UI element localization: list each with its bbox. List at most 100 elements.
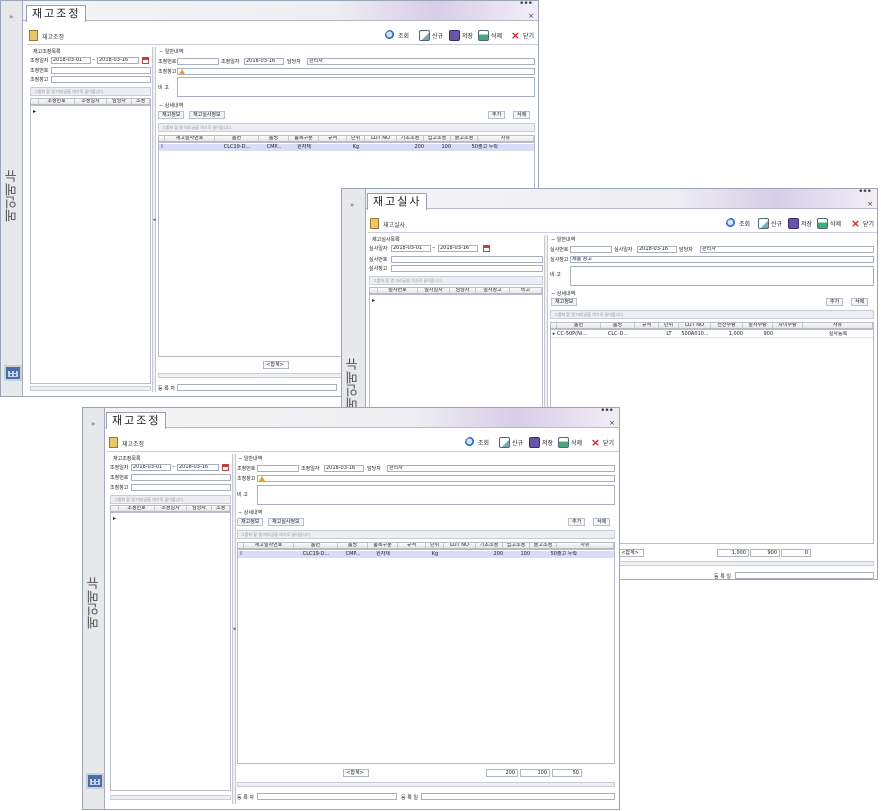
cell-item-name[interactable]: CLC-D... (601, 331, 635, 337)
stock-info-button[interactable]: 재고정보 (551, 298, 578, 306)
col-adj-no[interactable]: 조정번호 (119, 506, 156, 511)
col-item-type[interactable]: 품목구분 (289, 136, 319, 141)
collapse-detail-icon[interactable]: − (159, 103, 163, 109)
col-item-name[interactable]: 품명 (338, 543, 368, 548)
tab-survey[interactable]: 재고실사 (367, 193, 428, 210)
adj-no-field[interactable] (177, 58, 219, 65)
col-base-adj[interactable]: 기초조정 (397, 136, 424, 141)
expand-sidebar-icon[interactable]: » (9, 13, 13, 21)
delete-row-button[interactable]: 삭제 (851, 298, 869, 306)
no-input[interactable] (391, 256, 543, 263)
detail-group-panel[interactable]: 그룹화 할 열 머리글을 여기로 끌어옵니다. (158, 123, 535, 132)
group-panel[interactable]: 그룹화 할 열 머리글을 여기로 끌어옵니다. (369, 276, 543, 285)
search-button[interactable]: 조회 (465, 437, 489, 448)
delete-button[interactable]: 삭제 (558, 437, 582, 448)
save-button[interactable]: 저장 (449, 30, 473, 41)
date-from-input[interactable]: 2018-03-01 (391, 245, 431, 252)
col-out-adj[interactable]: 출고조정 (530, 543, 557, 548)
new-button[interactable]: 신규 (499, 437, 523, 448)
col-lot[interactable]: LOT NO (365, 136, 397, 141)
date-to-input[interactable]: 2018-03-16 (97, 57, 139, 64)
col-lot[interactable]: LOT NO (444, 543, 476, 548)
splitter[interactable]: ◂ (232, 454, 236, 804)
col-adj-date[interactable]: 조정일자 (155, 506, 187, 511)
adj-no-input[interactable] (51, 67, 151, 74)
detail-hscroll[interactable] (237, 782, 615, 787)
adj-no-field[interactable] (257, 465, 299, 472)
cell-item-no[interactable]: CLC19-D... (215, 144, 259, 150)
col-item-no[interactable]: 품번 (557, 323, 601, 328)
cell-spec[interactable] (319, 144, 347, 150)
cell-lot[interactable]: 500A010... (679, 331, 711, 337)
col-reason[interactable]: 사유 (803, 323, 873, 328)
collapse-detail-icon[interactable]: − (551, 291, 555, 297)
cell-system-qty[interactable]: 1,000 (711, 331, 743, 337)
remarks-field[interactable] (570, 266, 874, 286)
manager-field[interactable]: 관리자 (307, 58, 535, 65)
expand-sidebar-icon[interactable]: » (91, 420, 95, 428)
collapse-detail-icon[interactable]: − (238, 510, 242, 516)
adj-date-field[interactable]: 2018-03-16 (324, 465, 364, 472)
col-out-adj[interactable]: 출고조정 (451, 136, 478, 141)
col-survey-qty[interactable]: 실사수량 (743, 323, 773, 328)
col-system-qty[interactable]: 전산수량 (711, 323, 743, 328)
new-button[interactable]: 신규 (758, 218, 782, 229)
cell-item-type[interactable]: 원자재 (289, 144, 319, 150)
col-date[interactable]: 실사일자 (418, 288, 450, 293)
add-row-button[interactable]: 추가 (488, 111, 506, 119)
tab-adjustment[interactable]: 재고조정 (106, 412, 167, 429)
calendar-icon[interactable] (4, 365, 22, 381)
col-base-adj[interactable]: 기초조정 (476, 543, 503, 548)
col-unit[interactable]: 단위 (659, 323, 679, 328)
list-grid-body[interactable]: ▸ (110, 512, 231, 791)
wh-field[interactable]: 제품 창고 (570, 256, 874, 263)
cell-unit[interactable]: LT (659, 331, 679, 337)
col-remarks[interactable]: 비고 (510, 288, 542, 293)
collapse-icon[interactable]: − (238, 456, 242, 462)
main-menu-label[interactable]: 메인메뉴 (3, 166, 23, 226)
group-panel[interactable]: 그룹화 할 열 머리글을 여기로 끌어옵니다. (30, 87, 151, 96)
cell-item-no[interactable]: CLC19-D... (294, 551, 338, 557)
close-button[interactable]: × 닫기 (850, 218, 874, 229)
group-panel[interactable]: 그룹화 할 열 머리글을 여기로 끌어옵니다. (110, 495, 231, 504)
close-tab-icon[interactable]: × (867, 200, 873, 208)
no-field[interactable] (570, 246, 612, 253)
col-diff-qty[interactable]: 차이수량 (773, 323, 803, 328)
cell-reason[interactable]: 실사등록 (803, 331, 873, 337)
col-adj[interactable]: 조정 (212, 506, 230, 511)
more-dots-icon[interactable]: ••• (858, 189, 872, 197)
cell-base-adj[interactable]: 200 (397, 144, 424, 150)
stock-info-button[interactable]: 재고정보 (237, 518, 264, 526)
remarks-field[interactable] (177, 77, 535, 97)
col-in-adj[interactable]: 입고조정 (424, 136, 451, 141)
collapse-icon[interactable]: − (551, 237, 555, 243)
col-reason[interactable]: 사유 (557, 543, 614, 548)
col-item-no[interactable]: 품번 (215, 136, 259, 141)
list-grid-body[interactable]: ▸ (30, 105, 151, 384)
adj-date-field[interactable]: 2018-03-16 (244, 58, 284, 65)
adj-wh-field[interactable] (177, 68, 535, 75)
close-button[interactable]: × 닫기 (510, 30, 534, 41)
cell-in-adj[interactable]: 100 (424, 144, 451, 150)
cell-item-name[interactable]: CMP... (338, 551, 368, 557)
splitter[interactable]: ◂ (152, 47, 156, 392)
main-menu-label[interactable]: 메인메뉴 (85, 573, 105, 633)
adj-no-input[interactable] (131, 474, 231, 481)
col-lot[interactable]: LOT NO (679, 323, 711, 328)
table-row[interactable]: I CLC19-D... CMP... 원자재 Kg 200 100 50 출고… (238, 551, 614, 558)
tab-adjustment[interactable]: 재고조정 (26, 5, 87, 22)
calendar-picker-icon[interactable] (222, 464, 229, 471)
col-survey-no[interactable]: 재고실사번호 (244, 543, 294, 548)
col-adj-date[interactable]: 조정일자 (75, 99, 107, 104)
delete-row-button[interactable]: 삭제 (513, 111, 531, 119)
manager-field[interactable]: 관리자 (387, 465, 615, 472)
stock-survey-info-button[interactable]: 재고실사정보 (189, 111, 225, 119)
col-item-type[interactable]: 품목구분 (368, 543, 398, 548)
cell-diff-qty[interactable] (773, 331, 803, 337)
cell-reason[interactable]: 출고 누락 (478, 144, 534, 150)
cell-unit[interactable]: Kg (347, 144, 365, 150)
more-dots-icon[interactable]: ••• (600, 408, 614, 416)
add-row-button[interactable]: 추가 (826, 298, 844, 306)
delete-row-button[interactable]: 삭제 (593, 518, 611, 526)
detail-group-panel[interactable]: 그룹화 할 열 머리글을 여기로 끌어옵니다. (237, 530, 615, 539)
